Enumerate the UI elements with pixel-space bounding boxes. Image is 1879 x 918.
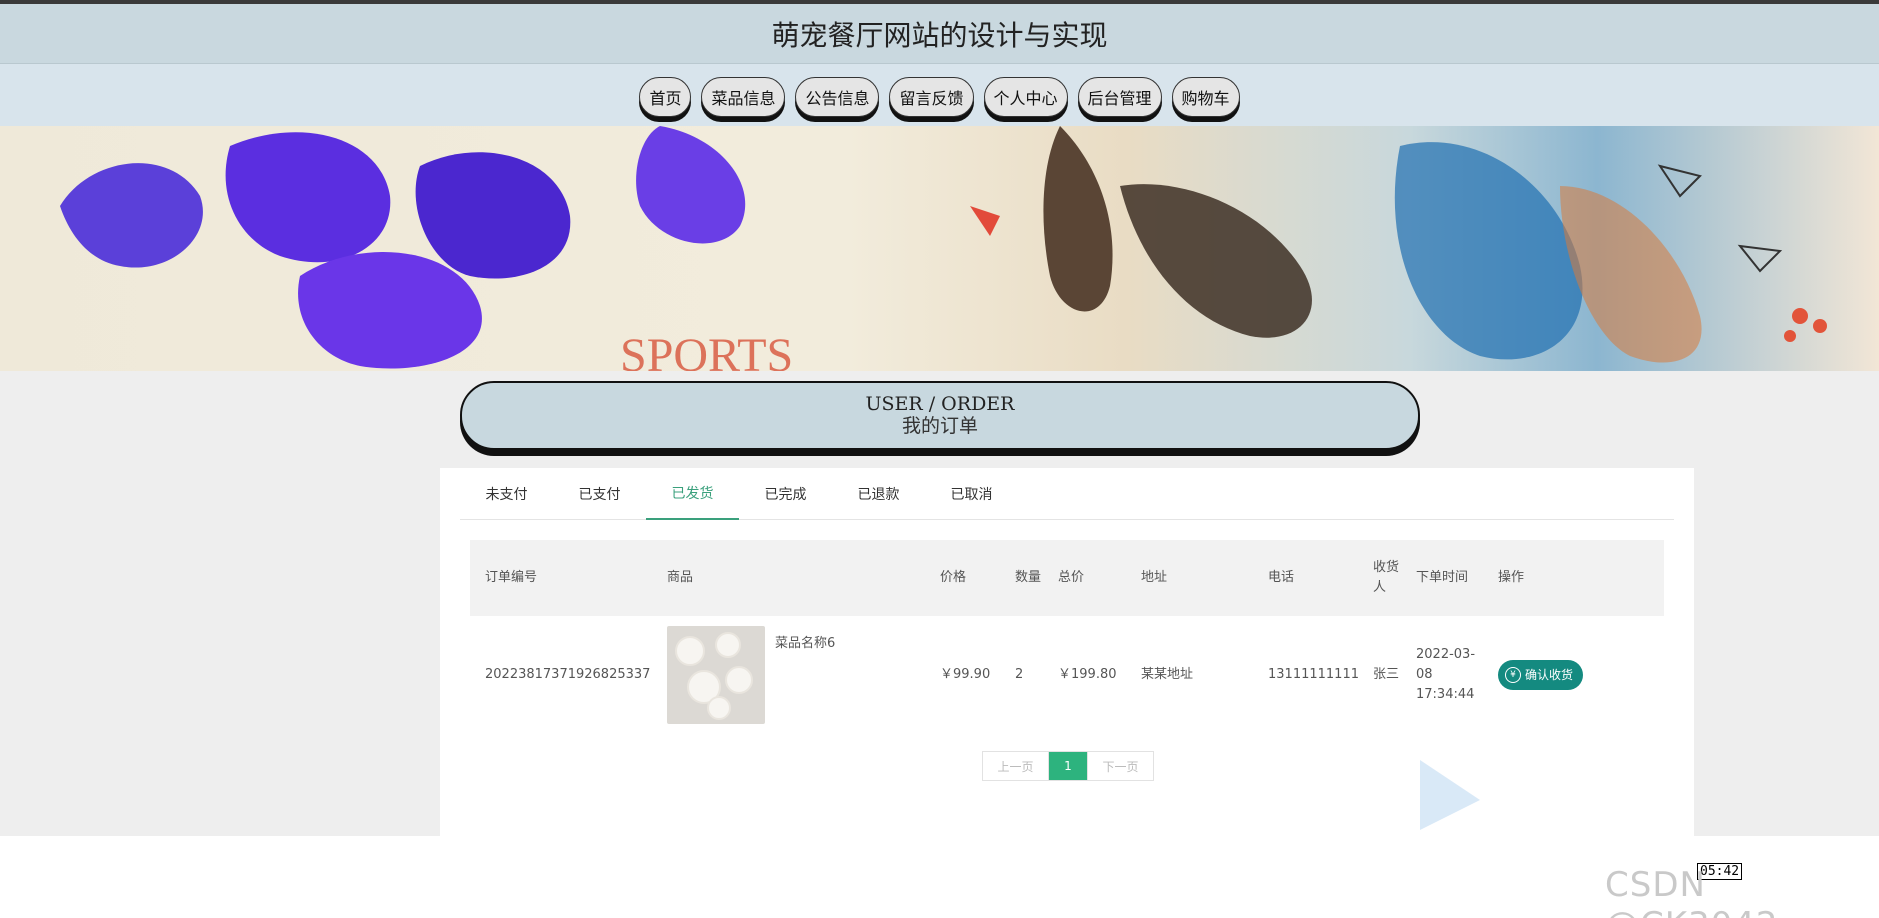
site-title: 萌宠餐厅网站的设计与实现	[771, 18, 1108, 52]
order-table: 订单编号 商品 价格 数量 总价 地址 电话 收货人 下单时间 操作 20223…	[470, 540, 1664, 734]
prev-page-button[interactable]: 上一页	[983, 752, 1049, 780]
main-nav: 首页 菜品信息 公告信息 留言反馈 个人中心 后台管理 购物车	[0, 64, 1879, 126]
banner-artwork: SPORTS	[60, 126, 1827, 371]
col-action: 操作	[1498, 570, 1525, 585]
tab-paid[interactable]: 已支付	[553, 468, 646, 520]
tab-refunded[interactable]: 已退款	[832, 468, 925, 520]
order-time: 2022-03-08 17:34:44	[1416, 647, 1476, 702]
confirm-receipt-label: 确认收货	[1525, 668, 1574, 682]
goods-cell: 菜品名称6	[652, 626, 925, 724]
section-title-cn: 我的订单	[901, 415, 978, 437]
address: 某某地址	[1141, 667, 1194, 682]
nav-notices[interactable]: 公告信息	[795, 77, 880, 117]
total-price: ￥199.80	[1058, 667, 1117, 682]
section-title-en: USER / ORDER	[865, 393, 1015, 415]
nav-feedback[interactable]: 留言反馈	[889, 77, 974, 117]
nav-cart[interactable]: 购物车	[1171, 77, 1240, 117]
section-title: USER / ORDER 我的订单	[460, 381, 1420, 450]
csdn-watermark: CSDN @CK3042	[1605, 865, 1778, 918]
site-header: 萌宠餐厅网站的设计与实现	[0, 4, 1879, 64]
nav-dishes[interactable]: 菜品信息	[701, 77, 786, 117]
hero-banner: SPORTS	[0, 126, 1879, 371]
yen-icon: ¥	[1505, 667, 1521, 683]
page-footer-area	[0, 836, 1879, 918]
quantity: 2	[1015, 667, 1024, 682]
col-qty: 数量	[1015, 570, 1042, 585]
confirm-receipt-button[interactable]: ¥ 确认收货	[1498, 660, 1584, 690]
svg-text:SPORTS: SPORTS	[620, 329, 793, 371]
phone: 13111111111	[1268, 667, 1359, 682]
next-page-button[interactable]: 下一页	[1087, 752, 1153, 780]
goods-name[interactable]: 菜品名称6	[775, 634, 835, 654]
nav-home[interactable]: 首页	[639, 77, 692, 117]
tab-shipped[interactable]: 已发货	[646, 468, 739, 520]
col-address: 地址	[1141, 570, 1168, 585]
price: ￥99.90	[940, 667, 991, 682]
receiver: 张三	[1373, 667, 1400, 682]
col-total: 总价	[1058, 570, 1085, 585]
tab-completed[interactable]: 已完成	[739, 468, 832, 520]
col-goods: 商品	[667, 570, 694, 585]
col-phone: 电话	[1268, 570, 1295, 585]
pagination: 上一页 1 下一页	[982, 751, 1154, 781]
page-1-button[interactable]: 1	[1049, 752, 1087, 780]
col-receiver: 收货人	[1373, 560, 1400, 595]
col-time: 下单时间	[1416, 570, 1469, 585]
dish-image[interactable]	[667, 626, 765, 724]
nav-admin[interactable]: 后台管理	[1077, 77, 1162, 117]
action-cell: ¥ 确认收货	[1483, 660, 1663, 690]
tab-unpaid[interactable]: 未支付	[460, 468, 553, 520]
tab-cancelled[interactable]: 已取消	[925, 468, 1018, 520]
editor-watermark-icon	[1420, 760, 1480, 830]
table-row: 20223817371926825337 菜品名称6 ￥99.90 2 ￥199…	[470, 616, 1664, 734]
nav-user-center[interactable]: 个人中心	[983, 77, 1068, 117]
order-no: 20223817371926825337	[485, 667, 651, 682]
col-price: 价格	[940, 570, 967, 585]
col-order-no: 订单编号	[485, 570, 538, 585]
order-status-tabs: 未支付 已支付 已发货 已完成 已退款 已取消	[460, 468, 1674, 520]
table-header: 订单编号 商品 价格 数量 总价 地址 电话 收货人 下单时间 操作	[470, 540, 1664, 616]
